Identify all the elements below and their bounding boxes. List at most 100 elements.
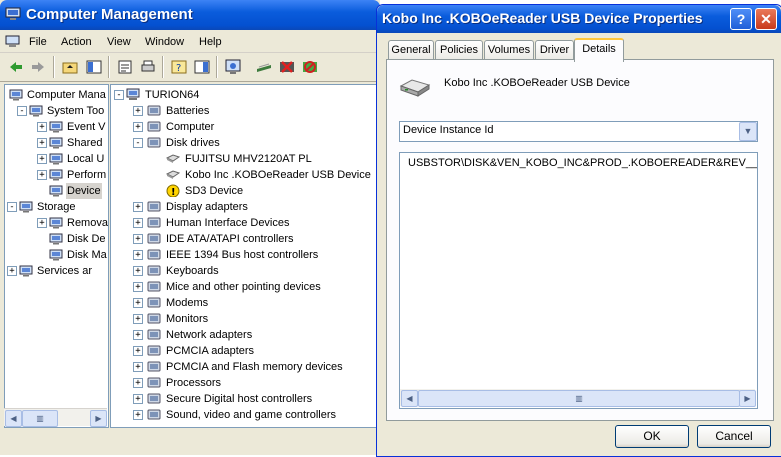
device-tree-label: Sound, video and game controllers <box>166 409 336 421</box>
console-tree-item[interactable]: + Services ar <box>5 263 108 279</box>
device-category-icon <box>147 232 161 245</box>
chevron-down-icon[interactable]: ▼ <box>739 122 757 141</box>
update-driver-icon[interactable] <box>255 58 273 76</box>
console-tree-item[interactable]: + Perform <box>5 167 108 183</box>
device-tree-label: Network adapters <box>166 329 253 341</box>
property-value-list[interactable]: USBSTOR\DISK&VEN_KOBO_INC&PROD_.KOBOEREA… <box>399 152 758 409</box>
expand-icon[interactable]: + <box>133 298 143 308</box>
console-tree-label: Remova <box>67 217 108 229</box>
scroll-right-button[interactable]: ▶ <box>739 390 756 407</box>
device-tree-label: Modems <box>166 297 209 309</box>
disable-device-icon[interactable] <box>301 58 319 76</box>
toolbar <box>0 53 380 82</box>
device-name: Kobo Inc .KOBOeReader USB Device <box>444 77 630 89</box>
usb-drive-icon <box>398 76 432 98</box>
expand-icon[interactable]: + <box>133 330 143 340</box>
property-select[interactable]: Device Instance Id <box>399 121 758 142</box>
expand-icon[interactable]: + <box>133 250 143 260</box>
scroll-left-button[interactable]: ◀ <box>401 390 418 407</box>
collapse-icon[interactable]: - <box>133 138 143 148</box>
cancel-button[interactable]: Cancel <box>697 425 771 448</box>
tab-policies[interactable]: Policies <box>435 40 483 59</box>
back-arrow-icon[interactable] <box>7 58 25 76</box>
device-category-icon <box>147 392 161 405</box>
menu-window[interactable]: Window <box>145 36 184 48</box>
console-tree-item[interactable]: Disk Ma <box>5 247 108 263</box>
tab-driver[interactable]: Driver <box>535 40 574 59</box>
expand-icon[interactable]: + <box>133 410 143 420</box>
menu-action[interactable]: Action <box>61 36 92 48</box>
scroll-left-button[interactable]: ◀ <box>5 410 22 427</box>
expand-icon[interactable]: + <box>133 362 143 372</box>
scroll-thumb[interactable]: ▥ <box>418 390 740 407</box>
scroll-right-button[interactable]: ▶ <box>90 410 107 427</box>
device-category-icon <box>147 248 161 261</box>
console-tree-item[interactable]: Device <box>5 183 108 199</box>
scroll-thumb[interactable]: ▥ <box>22 410 58 427</box>
console-tree-item[interactable]: - Storage <box>5 199 108 215</box>
console-tree-item[interactable]: + Shared <box>5 135 108 151</box>
expand-icon[interactable]: + <box>133 202 143 212</box>
console-tree-item[interactable]: Computer Mana <box>5 87 108 103</box>
menu-file[interactable]: File <box>29 36 47 48</box>
device-category-icon <box>147 200 161 213</box>
uninstall-icon[interactable] <box>278 58 296 76</box>
device-tree-label: Human Interface Devices <box>166 217 290 229</box>
cm-title-text: Computer Management <box>26 6 193 23</box>
svg-text:!: ! <box>171 187 176 197</box>
up-folder-icon[interactable] <box>61 58 79 76</box>
console-tree-hscrollbar[interactable]: ◀ ▥ ▶ <box>4 408 107 427</box>
device-tree-label: Kobo Inc .KOBOeReader USB Device <box>185 169 371 181</box>
console-tree-item[interactable]: + Event V <box>5 119 108 135</box>
services-icon <box>19 264 33 277</box>
print-icon[interactable] <box>139 58 157 76</box>
console-tree-item[interactable]: + Local U <box>5 151 108 167</box>
tab-volumes[interactable]: Volumes <box>484 40 534 59</box>
menu-help[interactable]: Help <box>199 36 222 48</box>
console-tree-item[interactable]: - System Too <box>5 103 108 119</box>
expand-icon[interactable]: + <box>7 266 17 276</box>
expand-icon[interactable]: + <box>133 234 143 244</box>
help-icon[interactable]: ? <box>170 58 188 76</box>
expand-icon[interactable]: + <box>37 218 47 228</box>
console-tree-item[interactable]: + Remova <box>5 215 108 231</box>
collapse-icon[interactable]: - <box>17 106 27 116</box>
help-button[interactable]: ? <box>730 8 752 30</box>
device-tree-label: Display adapters <box>166 201 248 213</box>
show-hide-tree-icon[interactable] <box>85 58 103 76</box>
expand-icon[interactable]: + <box>133 282 143 292</box>
expand-icon[interactable]: + <box>133 122 143 132</box>
property-value-item[interactable]: USBSTOR\DISK&VEN_KOBO_INC&PROD_.KOBOEREA… <box>408 157 757 169</box>
expand-icon[interactable]: + <box>37 138 47 148</box>
property-select-value: Device Instance Id <box>403 124 494 136</box>
tab-details[interactable]: Details <box>574 38 624 62</box>
expand-icon[interactable]: + <box>133 266 143 276</box>
forward-arrow-icon[interactable] <box>29 58 47 76</box>
system-menu-icon[interactable] <box>5 35 21 49</box>
properties-icon[interactable] <box>116 58 134 76</box>
expand-icon[interactable]: + <box>133 314 143 324</box>
show-hide-action-pane-icon[interactable] <box>193 58 211 76</box>
console-tree-label: Event V <box>67 121 106 133</box>
expand-icon[interactable]: + <box>133 346 143 356</box>
expand-icon[interactable]: + <box>133 378 143 388</box>
console-tree-item[interactable]: Disk De <box>5 231 108 247</box>
tab-general[interactable]: General <box>388 40 434 59</box>
computer-icon <box>9 88 23 101</box>
menu-view[interactable]: View <box>107 36 131 48</box>
expand-icon[interactable]: + <box>133 106 143 116</box>
expand-icon[interactable]: + <box>37 154 47 164</box>
expand-icon[interactable]: + <box>37 122 47 132</box>
toolbar-separator <box>216 56 218 78</box>
close-button[interactable]: ✕ <box>755 8 777 30</box>
device-tree: - TURION64 + Batteries + Computer - Disk drives… <box>110 84 378 428</box>
scan-hardware-icon[interactable] <box>224 58 242 76</box>
expand-icon[interactable]: + <box>37 170 47 180</box>
expand-icon[interactable]: + <box>133 394 143 404</box>
device-category-icon <box>147 280 161 293</box>
collapse-icon[interactable]: - <box>114 90 124 100</box>
ok-button[interactable]: OK <box>615 425 689 448</box>
collapse-icon[interactable]: - <box>7 202 17 212</box>
property-list-hscrollbar[interactable]: ◀ ▥ ▶ <box>400 389 756 407</box>
expand-icon[interactable]: + <box>133 218 143 228</box>
